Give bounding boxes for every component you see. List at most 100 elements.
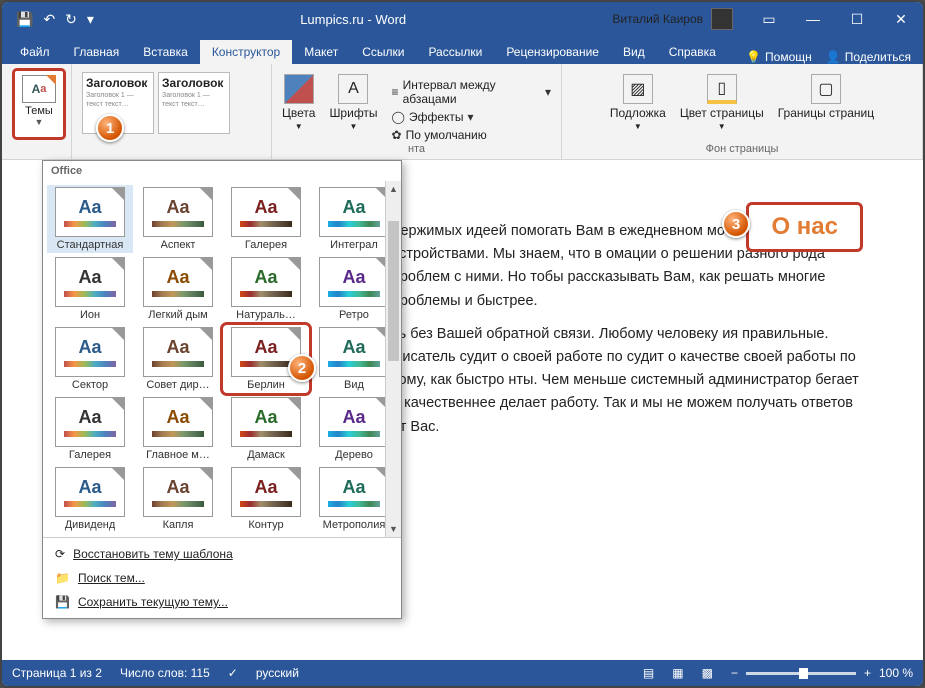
view-read-icon[interactable]: ▤: [643, 666, 654, 680]
view-web-icon[interactable]: ▩: [702, 666, 713, 680]
callout-badge-1: 1: [96, 114, 124, 142]
close-button[interactable]: ✕: [879, 2, 923, 36]
tab-help[interactable]: Справка: [657, 40, 728, 64]
fonts-button[interactable]: AШрифты▼: [329, 74, 377, 131]
language-indicator[interactable]: русский: [256, 666, 299, 680]
zoom-in-icon[interactable]: +: [864, 666, 871, 680]
theme-label: Ретро: [339, 309, 369, 321]
scrollbar-thumb[interactable]: [388, 221, 399, 361]
save-icon[interactable]: 💾: [16, 11, 33, 28]
theme-tile-капля[interactable]: Aa Капля: [135, 465, 221, 533]
user-area[interactable]: Виталий Каиров: [612, 8, 733, 30]
document-heading: О нас: [771, 213, 838, 240]
undo-icon[interactable]: ↶: [43, 11, 55, 28]
theme-preview: Aa: [231, 257, 301, 307]
theme-label: Дивиденд: [65, 519, 116, 531]
theme-tile-контур[interactable]: AaКонтур: [223, 465, 309, 533]
page-borders-button[interactable]: ▢Границы страниц: [778, 74, 874, 120]
theme-tile-главное-м-[interactable]: AaГлавное м…: [135, 395, 221, 463]
share-button[interactable]: 👤 Поделиться: [826, 50, 911, 64]
style-thumb-2[interactable]: ЗаголовокЗаголовок 1 — текст текст…: [158, 72, 230, 134]
redo-icon[interactable]: ↻: [65, 11, 77, 28]
tab-references[interactable]: Ссылки: [350, 40, 416, 64]
theme-preview: Aa: [55, 187, 125, 237]
group-label-background: Фон страницы: [572, 143, 912, 155]
titlebar: 💾 ↶ ↻ ▾ Lumpics.ru - Word Виталий Каиров…: [2, 2, 923, 36]
tab-mailings[interactable]: Рассылки: [416, 40, 494, 64]
theme-label: Аспект: [161, 239, 196, 251]
colors-button[interactable]: Цвета▼: [282, 74, 315, 131]
save-theme-icon: 💾: [55, 595, 70, 609]
tab-review[interactable]: Рецензирование: [494, 40, 611, 64]
theme-tile-галерея[interactable]: AaГалерея: [47, 395, 133, 463]
qat-customize-icon[interactable]: ▾: [87, 11, 94, 28]
statusbar: Страница 1 из 2 Число слов: 115 ✓ русски…: [2, 660, 923, 686]
tab-view[interactable]: Вид: [611, 40, 657, 64]
page-color-button[interactable]: ▯Цвет страницы▼: [680, 74, 764, 131]
avatar[interactable]: [711, 8, 733, 30]
theme-tile-аспект[interactable]: AaАспект: [135, 185, 221, 253]
theme-tile-стандартная[interactable]: AaСтандартная: [47, 185, 133, 253]
proofing-icon[interactable]: ✓: [228, 666, 238, 680]
scroll-up-icon[interactable]: ▲: [386, 181, 401, 197]
theme-tile-ион[interactable]: AaИон: [47, 255, 133, 323]
watermark-icon: ▨: [623, 74, 653, 104]
theme-tile-дамаск[interactable]: AaДамаск: [223, 395, 309, 463]
theme-preview: Aa: [319, 397, 389, 447]
theme-preview: Aa: [143, 467, 213, 517]
paragraph-spacing-button[interactable]: ≡ Интервал между абзацами ▾: [392, 78, 551, 106]
save-theme-button[interactable]: 💾Сохранить текущую тему...: [43, 590, 401, 614]
chevron-down-icon: ▼: [35, 117, 44, 127]
callout-badge-2: 2: [288, 354, 316, 382]
minimize-button[interactable]: —: [791, 2, 835, 36]
set-default-button[interactable]: ✿ По умолчанию: [392, 128, 551, 142]
theme-preview: Aa: [319, 327, 389, 377]
maximize-button[interactable]: ☐: [835, 2, 879, 36]
theme-label: Капля: [163, 519, 194, 531]
zoom-out-icon[interactable]: −: [731, 666, 738, 680]
theme-label: Метрополия: [323, 519, 386, 531]
theme-label: Сектор: [72, 379, 108, 391]
theme-preview: Aa: [319, 467, 389, 517]
theme-tile-сектор[interactable]: Aa Сектор: [47, 325, 133, 393]
theme-label: Вид: [344, 379, 364, 391]
word-count[interactable]: Число слов: 115: [120, 666, 210, 680]
tab-layout[interactable]: Макет: [292, 40, 350, 64]
watermark-button[interactable]: ▨Подложка▼: [610, 74, 666, 131]
tab-home[interactable]: Главная: [62, 40, 132, 64]
view-print-icon[interactable]: ▦: [672, 666, 683, 680]
zoom-control[interactable]: − + 100 %: [731, 666, 913, 680]
theme-preview: Aa: [231, 187, 301, 237]
window-controls: ▭ — ☐ ✕: [747, 2, 923, 36]
scroll-down-icon[interactable]: ▼: [386, 521, 401, 537]
tab-design[interactable]: Конструктор: [200, 40, 292, 64]
tab-file[interactable]: Файл: [8, 40, 62, 64]
document-paragraph-2: ть без Вашей обратной связи. Любому чело…: [392, 323, 867, 439]
themes-grid: AaСтандартнаяAaАспектAaГалереяAaИнтеграл…: [43, 181, 401, 537]
theme-tile-дивиденд[interactable]: AaДивиденд: [47, 465, 133, 533]
reset-theme-button[interactable]: ⟳Восстановить тему шаблона: [43, 542, 401, 566]
search-themes-button[interactable]: 📁Поиск тем...: [43, 566, 401, 590]
scrollbar[interactable]: ▲ ▼: [385, 181, 401, 537]
zoom-slider[interactable]: [746, 672, 856, 675]
theme-label: Берлин: [247, 379, 285, 391]
theme-label: Галерея: [245, 239, 287, 251]
callout-badge-3: 3: [722, 210, 750, 238]
theme-preview: Aa: [55, 327, 125, 377]
theme-tile-галерея[interactable]: Aa Галерея: [223, 185, 309, 253]
window-title: Lumpics.ru - Word: [94, 12, 612, 27]
tell-me[interactable]: 💡 Помощн: [746, 50, 812, 64]
theme-tile-легкий-дым[interactable]: AaЛегкий дым: [135, 255, 221, 323]
theme-tile-совет-дир-[interactable]: AaСовет дир…: [135, 325, 221, 393]
theme-label: Натураль…: [236, 309, 296, 321]
ribbon-tabs: Файл Главная Вставка Конструктор Макет С…: [2, 36, 923, 64]
tab-insert[interactable]: Вставка: [131, 40, 200, 64]
zoom-level[interactable]: 100 %: [879, 666, 913, 680]
theme-tile-натураль-[interactable]: Aa Натураль…: [223, 255, 309, 323]
heading-callout: О нас: [746, 202, 863, 252]
theme-label: Ион: [80, 309, 100, 321]
effects-button[interactable]: ◯ Эффекты ▾: [392, 110, 551, 124]
page-indicator[interactable]: Страница 1 из 2: [12, 666, 102, 680]
ribbon-options-icon[interactable]: ▭: [747, 2, 791, 36]
themes-button[interactable]: Aa Темы ▼: [12, 68, 66, 140]
